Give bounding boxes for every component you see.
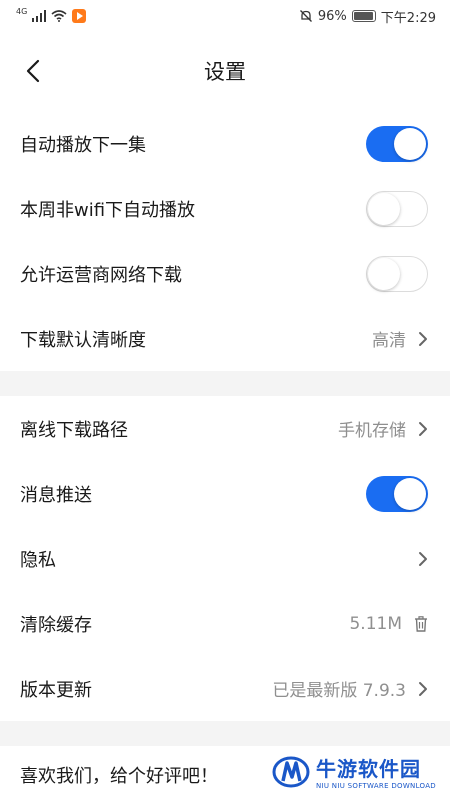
clock-time: 下午2:29 bbox=[380, 10, 436, 26]
setting-row-version[interactable]: 版本更新 已是最新版 7.9.3 bbox=[0, 656, 450, 721]
page-title: 设置 bbox=[204, 60, 246, 84]
row-right: 已是最新版 7.9.3 bbox=[272, 676, 428, 701]
section-divider bbox=[0, 371, 450, 396]
setting-label: 隐私 bbox=[20, 549, 56, 571]
network-type: 4G bbox=[16, 6, 28, 16]
toggle-knob bbox=[394, 127, 426, 160]
push-notifications-toggle[interactable] bbox=[366, 475, 428, 512]
setting-row-offline-path[interactable]: 离线下载路径 手机存储 bbox=[0, 396, 450, 461]
setting-label: 允许运营商网络下载 bbox=[20, 264, 182, 286]
signal-icon bbox=[32, 10, 47, 22]
toggle-knob bbox=[368, 192, 400, 225]
setting-label: 消息推送 bbox=[20, 484, 92, 506]
setting-row-privacy[interactable]: 隐私 bbox=[0, 526, 450, 591]
download-quality-value: 高清 bbox=[372, 331, 406, 351]
chevron-right-icon bbox=[419, 331, 427, 346]
non-wifi-autoplay-toggle[interactable] bbox=[366, 190, 428, 227]
app-notification-icon bbox=[72, 9, 87, 23]
setting-row-clear-cache[interactable]: 清除缓存 5.11M bbox=[0, 591, 450, 656]
chevron-right-icon bbox=[419, 421, 427, 436]
setting-label: 清除缓存 bbox=[20, 614, 92, 636]
setting-label: 自动播放下一集 bbox=[20, 134, 146, 156]
battery-icon bbox=[351, 10, 376, 22]
row-right: 5.11M bbox=[349, 614, 428, 634]
battery-percent: 96% bbox=[317, 8, 347, 24]
offline-path-value: 手机存储 bbox=[338, 421, 406, 441]
wifi-icon bbox=[51, 10, 67, 22]
version-value: 已是最新版 7.9.3 bbox=[272, 681, 406, 701]
status-left: 4G bbox=[16, 6, 87, 23]
watermark: 牛游软件园 NIU NIU SOFTWARE DOWNLOAD bbox=[272, 753, 436, 790]
watermark-name: 牛游软件园 bbox=[315, 757, 421, 781]
niuniu-logo-icon bbox=[272, 756, 310, 787]
section-divider bbox=[0, 721, 450, 746]
toggle-knob bbox=[394, 477, 426, 510]
autoplay-next-toggle[interactable] bbox=[366, 125, 428, 162]
mute-bell-icon bbox=[299, 10, 312, 22]
watermark-subtitle: NIU NIU SOFTWARE DOWNLOAD bbox=[315, 782, 436, 790]
chevron-right-icon bbox=[419, 551, 427, 566]
chevron-left-icon bbox=[26, 59, 40, 83]
setting-row-non-wifi-autoplay[interactable]: 本周非wifi下自动播放 bbox=[0, 176, 450, 241]
cache-size-value: 5.11M bbox=[349, 613, 402, 634]
setting-row-push[interactable]: 消息推送 bbox=[0, 461, 450, 526]
row-right: 手机存储 bbox=[338, 416, 428, 441]
carrier-download-toggle[interactable] bbox=[366, 255, 428, 292]
setting-row-autoplay-next[interactable]: 自动播放下一集 bbox=[0, 111, 450, 176]
toggle-knob bbox=[368, 257, 400, 290]
rate-us-link[interactable]: 喜欢我们，给个好评吧！ bbox=[20, 762, 218, 788]
chevron-right-icon bbox=[419, 681, 427, 696]
watermark-text: 牛游软件园 NIU NIU SOFTWARE DOWNLOAD bbox=[316, 753, 436, 790]
setting-label: 下载默认清晰度 bbox=[20, 329, 146, 351]
back-button[interactable] bbox=[18, 56, 48, 86]
row-right: 高清 bbox=[372, 326, 428, 351]
setting-label: 版本更新 bbox=[20, 679, 92, 701]
setting-label: 本周非wifi下自动播放 bbox=[20, 199, 196, 221]
setting-label: 离线下载路径 bbox=[20, 419, 128, 441]
status-right: 96% 下午2:29 bbox=[299, 7, 436, 26]
header: 设置 bbox=[0, 32, 450, 110]
setting-row-carrier-download[interactable]: 允许运营商网络下载 bbox=[0, 241, 450, 306]
setting-row-download-quality[interactable]: 下载默认清晰度 高清 bbox=[0, 306, 450, 371]
trash-icon[interactable] bbox=[414, 615, 428, 632]
status-bar: 4G 96% 下午2:29 bbox=[0, 0, 450, 32]
